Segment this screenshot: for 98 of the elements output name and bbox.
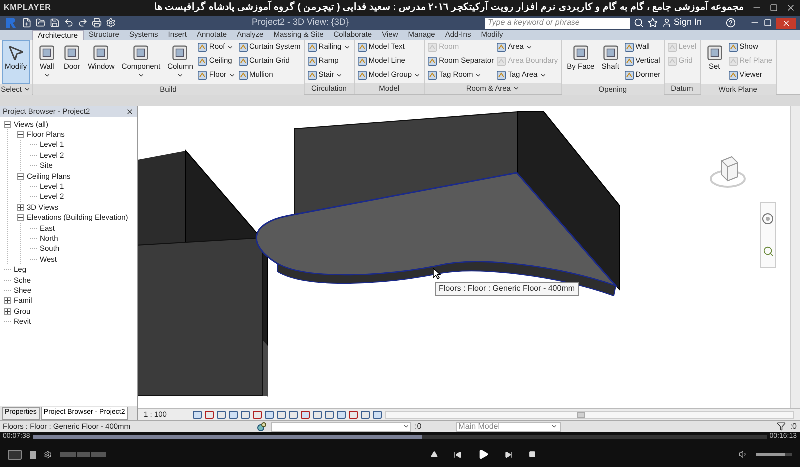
caret-icon: [227, 44, 234, 50]
caret-icon: [550, 423, 558, 430]
expand-icon[interactable]: [17, 204, 24, 211]
collapse-icon[interactable]: [17, 131, 24, 138]
vertical-scrollbar[interactable]: [790, 106, 800, 408]
toolbar-icon[interactable]: [64, 18, 74, 28]
tool-icon: [728, 42, 738, 52]
tool-icon: [428, 70, 438, 80]
tool-icon: [308, 42, 317, 52]
filter-icon[interactable]: [777, 422, 786, 431]
seek-bar[interactable]: [33, 435, 767, 439]
tool-icon: [668, 42, 677, 52]
tool-icon: [624, 42, 634, 52]
user-icon: [662, 18, 672, 28]
collapse-icon[interactable]: [17, 214, 24, 222]
help-icon[interactable]: [726, 18, 736, 28]
tool-icon: [238, 70, 248, 80]
caret-icon: [414, 72, 422, 78]
design-option-dropdown[interactable]: Main Model: [456, 422, 561, 432]
3d-viewport[interactable]: Floors : Floor : Generic Floor - 400mm: [138, 106, 790, 408]
tool-icon: [198, 56, 208, 66]
tool-icon: [358, 56, 367, 66]
caret-icon: [526, 44, 533, 50]
tool-icon: [624, 70, 634, 80]
tool-icon: [602, 44, 620, 62]
collapse-icon[interactable]: [17, 172, 24, 180]
tool-icon: [308, 70, 317, 80]
caret-icon: [475, 72, 482, 78]
tool-icon: [63, 44, 82, 62]
stop-icon[interactable]: [529, 451, 536, 458]
pointer-icon: [7, 44, 26, 62]
close-icon[interactable]: [776, 18, 796, 28]
filter-badges-icon: [60, 452, 108, 457]
tool-icon: [308, 56, 317, 66]
caret-icon: [403, 423, 410, 430]
close-icon[interactable]: [786, 3, 796, 13]
settings-icon[interactable]: [44, 450, 52, 458]
tool-icon: [358, 70, 367, 80]
eject-icon[interactable]: [431, 451, 438, 458]
tool-icon: [497, 42, 506, 52]
close-icon[interactable]: [126, 108, 134, 116]
tooltip: Floors : Floor : Generic Floor - 400mm: [435, 282, 580, 296]
collapse-icon[interactable]: [4, 120, 11, 128]
tool-icon: [198, 42, 208, 52]
caret-icon: [228, 72, 236, 78]
worksets-icon[interactable]: [257, 422, 267, 432]
caret-icon: [540, 72, 547, 78]
play-icon[interactable]: [478, 449, 489, 460]
tool-icon: [92, 44, 110, 62]
editable-count: :0: [415, 420, 422, 432]
tool-icon: [428, 56, 438, 66]
caret-icon: [176, 72, 184, 79]
cursor-icon: [433, 268, 441, 280]
player-logo: KMPLAYER: [4, 2, 52, 14]
zoom-icon[interactable]: [762, 246, 774, 257]
tool-icon: [497, 56, 506, 66]
tool-icon: [238, 56, 248, 66]
caret-icon: [512, 85, 520, 92]
tool-icon: [728, 56, 738, 66]
toolbar-icon[interactable]: [36, 18, 46, 28]
toolbar-icon[interactable]: [22, 18, 32, 28]
tool-icon: [706, 44, 724, 62]
search-field[interactable]: Type a keyword or phrase: [484, 18, 630, 28]
caret-icon: [44, 72, 51, 79]
tool-icon: [428, 42, 438, 52]
caret-icon: [344, 44, 351, 50]
toolbar-icon[interactable]: [92, 18, 102, 28]
horizontal-scrollbar[interactable]: [385, 410, 794, 418]
caret-icon: [336, 72, 344, 78]
star-icon[interactable]: [648, 18, 658, 28]
caret-icon: [138, 72, 145, 79]
steering-wheel-icon[interactable]: [762, 213, 774, 226]
tool-icon: [38, 44, 56, 62]
sign-in-button[interactable]: Sign In: [662, 16, 702, 30]
toolbar-icon[interactable]: [78, 18, 88, 28]
tool-icon: [497, 70, 506, 80]
tool-icon: [572, 44, 590, 62]
search-icon[interactable]: [634, 18, 644, 28]
expand-icon[interactable]: [4, 297, 11, 304]
caret-icon: [24, 86, 31, 93]
expand-icon[interactable]: [4, 308, 11, 315]
tool-icon: [238, 42, 248, 52]
tool-icon: [171, 44, 190, 62]
video-title: مجموعه آموزشی جامع ، گام به گام و کاربردی نرم افزار رویت آرکیتکچر ٢٠١٦ مدرس : سعید فدایی ( تیچرمن ) گروه آموزشی پادشاه گرافیست ها: [154, 0, 744, 15]
filter-count: :0: [790, 420, 797, 432]
toolbar-icon[interactable]: [50, 18, 60, 28]
volume-slider[interactable]: [756, 453, 792, 456]
view-title: Project2 - 3D View: {3D}: [251, 16, 350, 30]
tool-icon: [132, 44, 150, 62]
previous-icon[interactable]: [454, 450, 462, 458]
next-icon[interactable]: [505, 450, 513, 458]
tool-icon: [358, 42, 367, 52]
tool-icon: [668, 56, 677, 66]
toolbar-icon[interactable]: [106, 18, 116, 28]
tool-icon: [624, 56, 634, 66]
volume-icon[interactable]: [739, 450, 748, 459]
tool-icon: [198, 70, 208, 80]
tool-icon: [728, 70, 738, 80]
